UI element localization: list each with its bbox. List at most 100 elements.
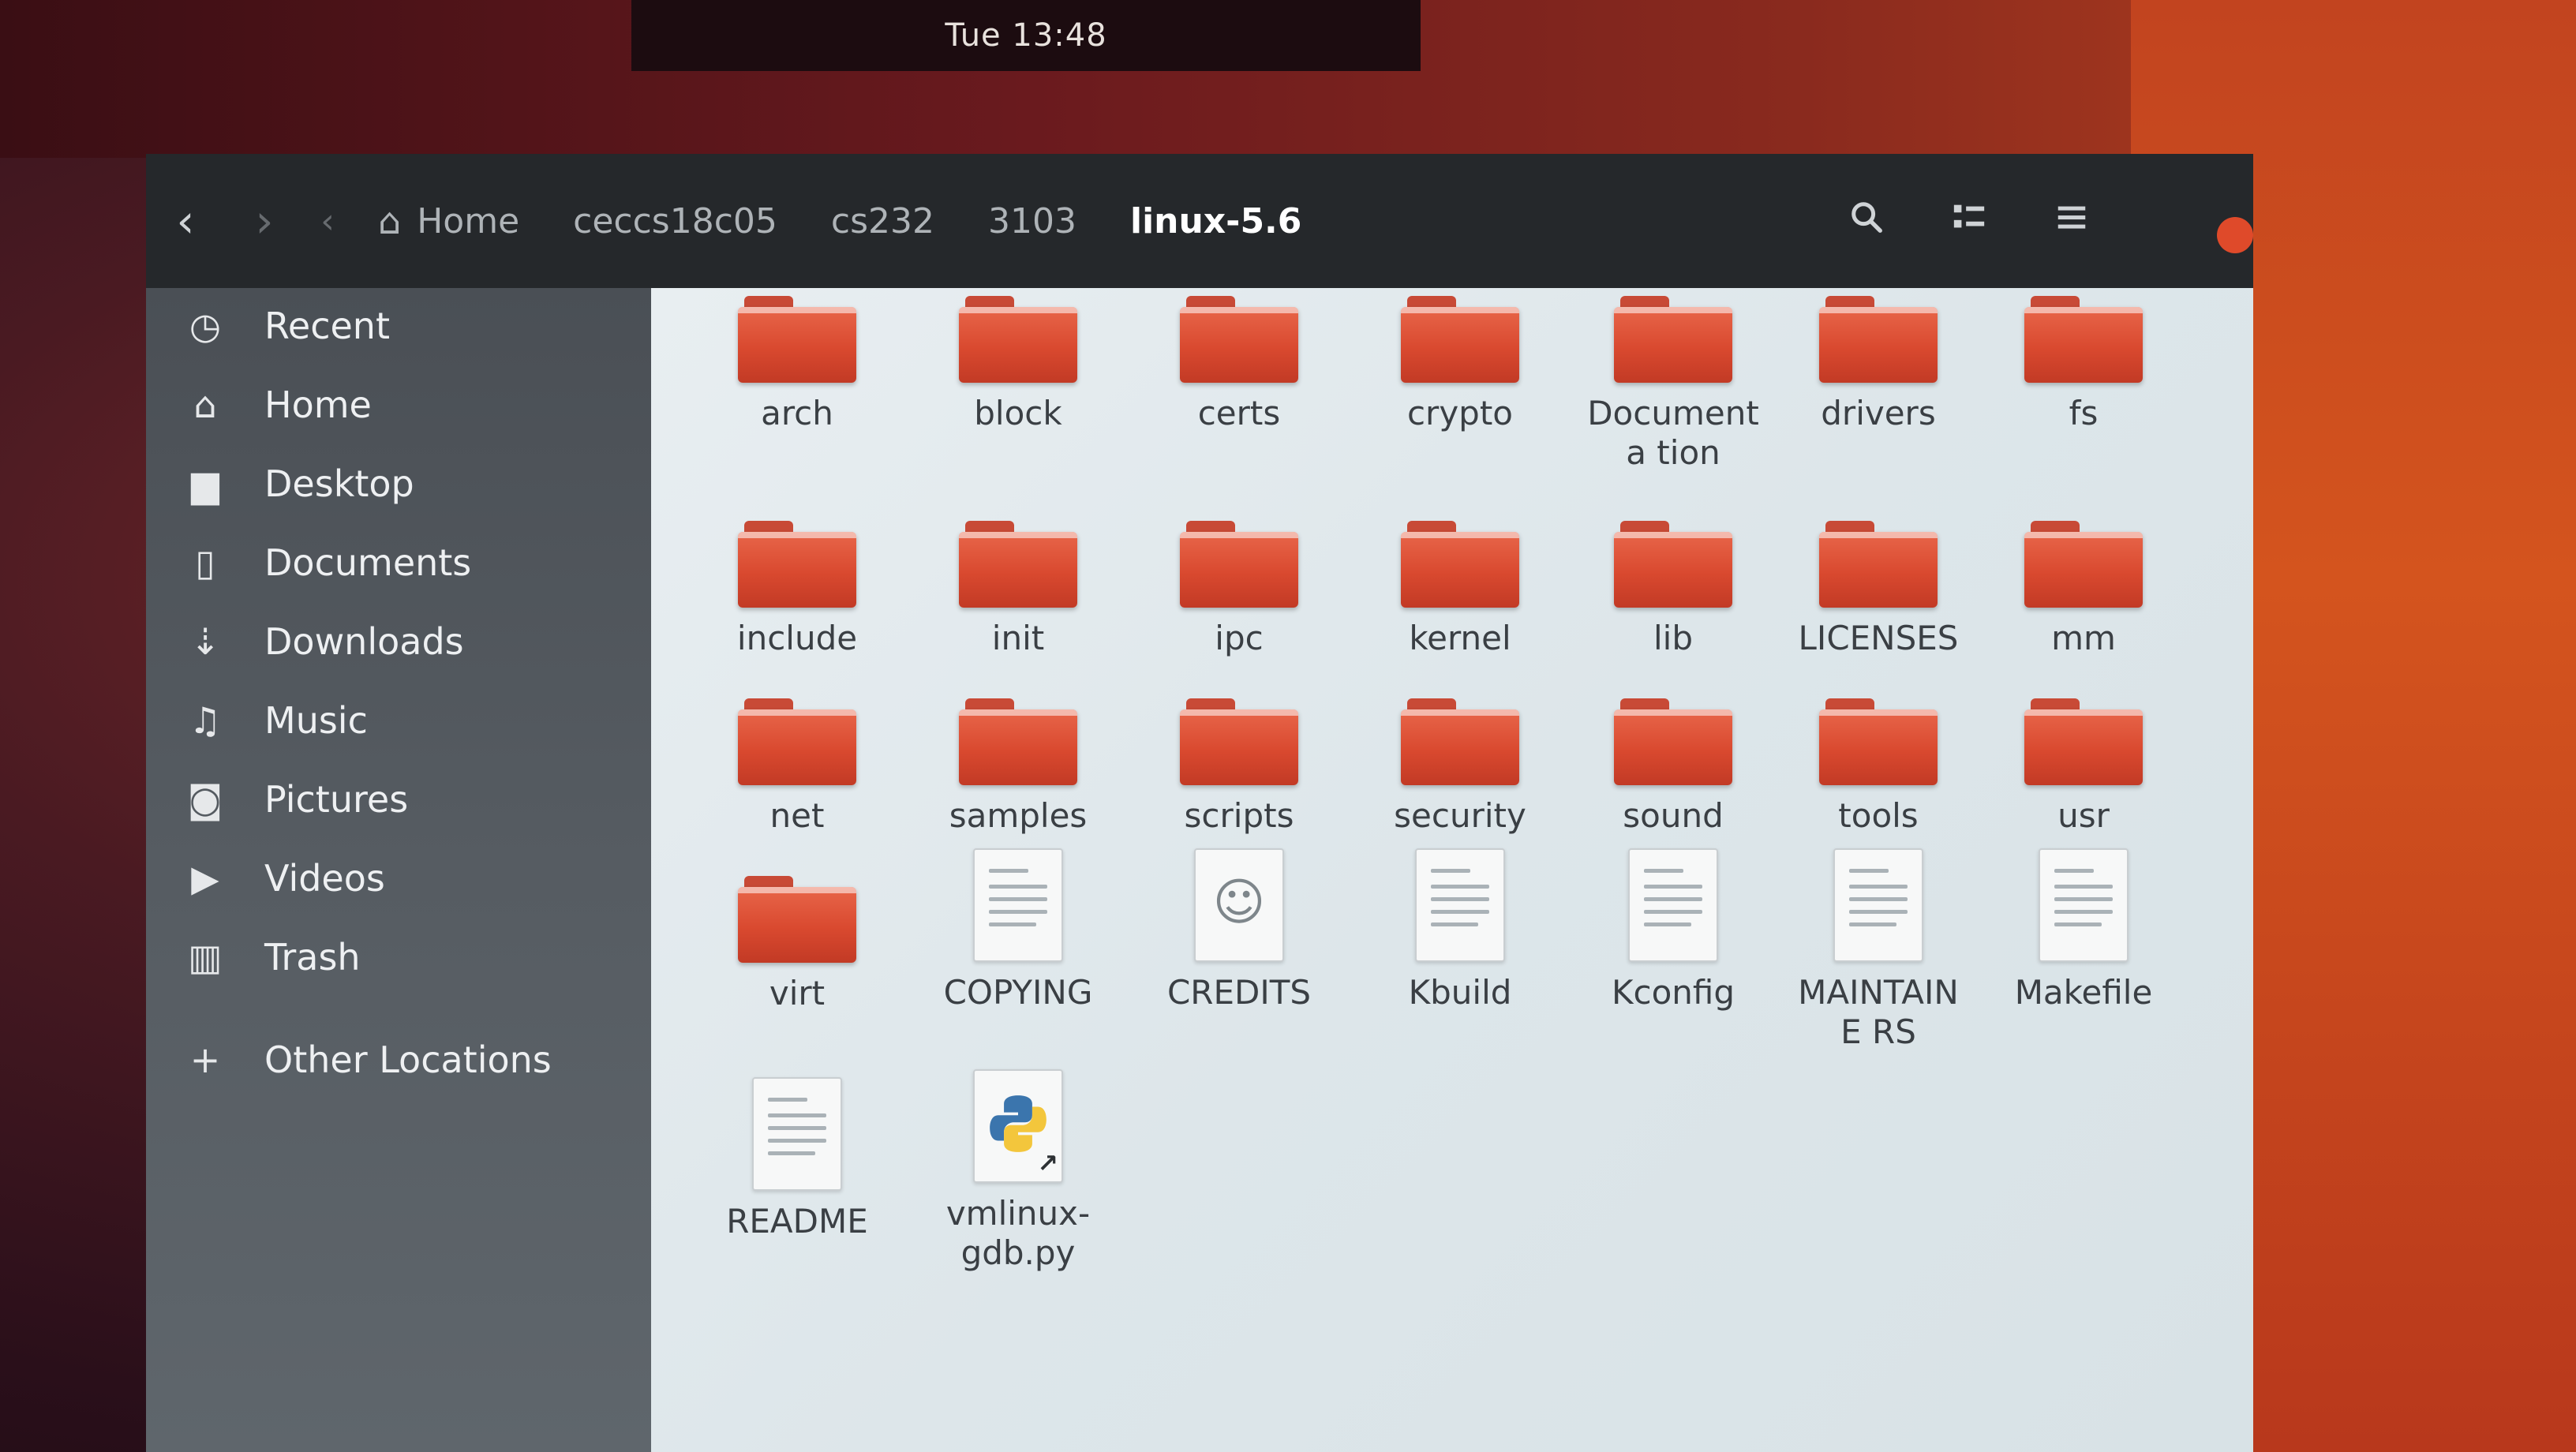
sidebar-item-recent[interactable]: ◷ Recent xyxy=(146,288,651,364)
sidebar-item-pictures[interactable]: ◙ Pictures xyxy=(146,762,651,837)
symlink-arrow-icon: ↗ xyxy=(1037,1148,1058,1178)
file-item-net[interactable]: net xyxy=(691,698,904,836)
sidebar-item-trash[interactable]: ▥ Trash xyxy=(146,919,651,995)
file-item-arch[interactable]: arch xyxy=(691,296,904,433)
file-item-ipc[interactable]: ipc xyxy=(1133,521,1346,658)
file-item-drivers[interactable]: drivers xyxy=(1772,296,1985,433)
breadcrumb-3103[interactable]: 3103 xyxy=(961,201,1103,241)
text-file-icon xyxy=(2039,848,2129,962)
hamburger-menu-icon xyxy=(2057,206,2086,229)
folder-icon xyxy=(1180,521,1298,608)
desktop-folder-icon: ▆ xyxy=(191,462,219,505)
clock[interactable]: Tue 13:48 xyxy=(945,17,1106,54)
file-item-scripts[interactable]: scripts xyxy=(1133,698,1346,836)
home-icon: ⌂ xyxy=(193,384,217,426)
trash-icon: ▥ xyxy=(188,936,223,979)
download-icon: ⇣ xyxy=(189,620,221,663)
python-file-icon: ↗ xyxy=(973,1069,1063,1183)
file-item-documentation[interactable]: Documenta tion xyxy=(1567,296,1780,473)
folder-icon xyxy=(959,296,1077,383)
folder-icon xyxy=(959,698,1077,785)
file-item-tools[interactable]: tools xyxy=(1772,698,1985,836)
file-item-virt[interactable]: virt xyxy=(691,876,904,1013)
file-item-sound[interactable]: sound xyxy=(1567,698,1780,836)
contact-file-icon: ☺ xyxy=(1194,848,1284,962)
file-item-credits[interactable]: ☺ CREDITS xyxy=(1133,848,1346,1012)
forward-button[interactable]: › xyxy=(225,194,304,248)
header-bar: ‹ › ‹ ⌂ Home ceccs18c05 cs232 3103 linux… xyxy=(146,154,2253,288)
file-item-maintainers[interactable]: MAINTAINE RS xyxy=(1772,848,1985,1052)
file-item-licenses[interactable]: LICENSES xyxy=(1772,521,1985,658)
plus-icon: + xyxy=(189,1038,221,1081)
sidebar-item-desktop[interactable]: ▆ Desktop xyxy=(146,446,651,522)
file-manager-window: ‹ › ‹ ⌂ Home ceccs18c05 cs232 3103 linux… xyxy=(146,154,2253,1452)
text-file-icon xyxy=(1628,848,1718,962)
sidebar-item-videos[interactable]: ▶ Videos xyxy=(146,840,651,916)
folder-icon xyxy=(1401,296,1519,383)
chevron-left-icon: ‹ xyxy=(176,194,195,248)
folder-icon xyxy=(738,296,856,383)
back-button[interactable]: ‹ xyxy=(146,194,225,248)
file-item-fs[interactable]: fs xyxy=(1977,296,2190,433)
sidebar-item-downloads[interactable]: ⇣ Downloads xyxy=(146,604,651,679)
text-file-icon xyxy=(1833,848,1923,962)
breadcrumb: ⌂ Home ceccs18c05 cs232 3103 linux-5.6 xyxy=(351,200,1328,242)
file-item-lib[interactable]: lib xyxy=(1567,521,1780,658)
folder-icon xyxy=(1180,296,1298,383)
text-file-icon xyxy=(1415,848,1505,962)
document-icon: ▯ xyxy=(195,541,215,584)
breadcrumb-linux-5-6[interactable]: linux-5.6 xyxy=(1103,201,1328,241)
file-item-copying[interactable]: COPYING xyxy=(912,848,1125,1012)
folder-icon xyxy=(1401,521,1519,608)
sidebar-item-music[interactable]: ♫ Music xyxy=(146,683,651,758)
music-icon: ♫ xyxy=(189,699,222,742)
folder-icon xyxy=(2024,521,2143,608)
clock-icon: ◷ xyxy=(189,305,222,347)
file-item-mm[interactable]: mm xyxy=(1977,521,2190,658)
window-close-button[interactable] xyxy=(2217,217,2253,253)
file-item-crypto[interactable]: crypto xyxy=(1354,296,1567,433)
search-button[interactable] xyxy=(1843,199,1890,244)
folder-icon xyxy=(2024,698,2143,785)
file-item-kbuild[interactable]: Kbuild xyxy=(1354,848,1567,1012)
folder-icon xyxy=(1819,698,1938,785)
breadcrumb-cs232[interactable]: cs232 xyxy=(804,201,961,241)
folder-icon xyxy=(738,876,856,963)
sidebar-item-documents[interactable]: ▯ Documents xyxy=(146,525,651,601)
sidebar-item-other-locations[interactable]: + Other Locations xyxy=(146,1022,651,1098)
file-item-kconfig[interactable]: Kconfig xyxy=(1567,848,1780,1012)
camera-icon: ◙ xyxy=(187,778,223,821)
file-item-init[interactable]: init xyxy=(912,521,1125,658)
file-item-security[interactable]: security xyxy=(1354,698,1567,836)
folder-icon xyxy=(1819,296,1938,383)
sidebar-item-home[interactable]: ⌂ Home xyxy=(146,367,651,443)
breadcrumb-ceccs18c05[interactable]: ceccs18c05 xyxy=(546,201,804,241)
folder-icon xyxy=(2024,296,2143,383)
file-item-usr[interactable]: usr xyxy=(1977,698,2190,836)
header-tools xyxy=(1843,154,2095,288)
view-toggle-button[interactable] xyxy=(1945,199,1993,244)
text-file-icon xyxy=(973,848,1063,962)
file-item-certs[interactable]: certs xyxy=(1133,296,1346,433)
file-view: arch block certs crypto Documenta tion d… xyxy=(651,288,2253,1452)
view-list-icon xyxy=(1953,204,1985,227)
chevron-left-icon: ‹ xyxy=(320,200,335,241)
breadcrumb-home[interactable]: ⌂ Home xyxy=(351,200,546,242)
top-bar: Tue 13:48 xyxy=(631,0,1421,71)
file-item-vmlinux-gdb-py[interactable]: ↗ vmlinux- gdb.py xyxy=(912,1069,1125,1273)
folder-icon xyxy=(1614,698,1732,785)
chevron-right-icon: › xyxy=(255,194,274,248)
breadcrumb-scroll-left-button[interactable]: ‹ xyxy=(304,201,351,241)
file-item-kernel[interactable]: kernel xyxy=(1354,521,1567,658)
folder-icon xyxy=(1401,698,1519,785)
video-icon: ▶ xyxy=(191,857,219,900)
file-item-readme[interactable]: README xyxy=(691,1077,904,1241)
menu-button[interactable] xyxy=(2048,199,2095,244)
text-file-icon xyxy=(752,1077,842,1191)
folder-icon xyxy=(959,521,1077,608)
file-item-makefile[interactable]: Makefile xyxy=(1977,848,2190,1012)
file-item-samples[interactable]: samples xyxy=(912,698,1125,836)
file-item-include[interactable]: include xyxy=(691,521,904,658)
folder-icon xyxy=(1180,698,1298,785)
file-item-block[interactable]: block xyxy=(912,296,1125,433)
